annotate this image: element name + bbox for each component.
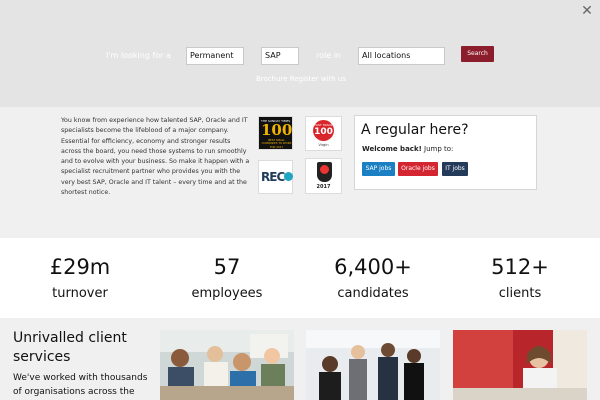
it-jobs-button[interactable]: IT jobs: [442, 162, 468, 176]
office-worker-photo: [453, 330, 587, 400]
badge-ring-icon: [320, 165, 329, 174]
welcome-rest: Jump to:: [421, 145, 454, 153]
award-caption: BEST SMALL COMPANIES TO WORK FOR 2017: [261, 138, 292, 149]
welcome-text: Welcome back! Jump to:: [362, 145, 453, 153]
fast-track-award-logo: FAST TRACK 100 Virgin: [305, 116, 342, 151]
role-in-label: role in: [316, 51, 341, 60]
services-body: We've worked with thousands of organisat…: [13, 373, 148, 397]
fast-track-sponsor: Virgin: [318, 143, 329, 147]
rec-logo-dot: [284, 172, 293, 181]
welcome-bold: Welcome back!: [362, 145, 422, 153]
stat-employees-value: 57: [213, 255, 241, 279]
search-overlay: [0, 0, 600, 107]
oracle-jobs-button[interactable]: Oracle jobs: [398, 162, 438, 176]
fast-track-number: 100: [314, 127, 333, 137]
sunday-times-award-logo: THE SUNDAY TIMES 100 BEST SMALL COMPANIE…: [258, 116, 293, 150]
stat-turnover-label: turnover: [52, 286, 108, 301]
stat-employees-label: employees: [191, 286, 263, 301]
stat-clients-value: 512+: [491, 255, 549, 279]
brochure-register-links[interactable]: Brochure Register with us: [256, 75, 346, 83]
award-badge-2017-logo: 2017: [305, 158, 342, 194]
stat-clients-label: clients: [498, 286, 542, 301]
search-prefix-label: I'm looking for a: [106, 51, 171, 60]
stat-turnover-value: £29m: [49, 255, 111, 279]
business-people-photo: [306, 330, 440, 400]
intro-paragraph: You know from experience how talented SA…: [61, 117, 250, 197]
stat-candidates-label: candidates: [337, 286, 409, 301]
rec-member-logo: REC: [258, 160, 293, 194]
award-number: 100: [261, 121, 293, 139]
location-select[interactable]: All locations: [358, 47, 445, 65]
badge-year: 2017: [316, 184, 331, 190]
stat-candidates-value: 6,400+: [334, 255, 412, 279]
search-button[interactable]: Search: [461, 46, 494, 62]
job-type-select[interactable]: Permanent: [186, 47, 244, 65]
field-select[interactable]: SAP: [261, 47, 299, 65]
regular-title: A regular here?: [361, 122, 469, 138]
team-meeting-photo: [160, 330, 294, 400]
services-title: Unrivalled client services: [13, 330, 127, 365]
close-icon[interactable]: ✕: [579, 3, 595, 19]
rec-logo-text: REC: [261, 170, 285, 184]
sap-jobs-button[interactable]: SAP jobs: [362, 162, 395, 176]
